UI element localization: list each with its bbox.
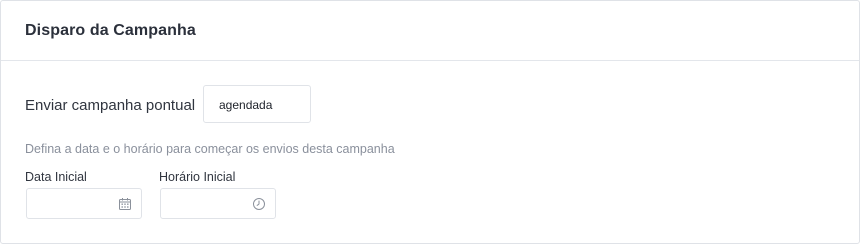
send-campaign-label: Enviar campanha pontual (25, 97, 196, 114)
send-mode-value: agendada (219, 98, 273, 112)
card-title: Disparo da Campanha (25, 22, 196, 39)
card-header: Disparo da Campanha (1, 1, 859, 61)
send-mode-select[interactable]: agendada (203, 85, 311, 123)
clock-icon[interactable] (252, 197, 266, 211)
start-date-input[interactable] (26, 188, 142, 219)
start-date-label: Data Inicial (25, 170, 87, 184)
calendar-icon[interactable] (118, 197, 132, 211)
campaign-dispatch-card: Disparo da Campanha Enviar campanha pont… (0, 0, 860, 244)
start-time-input[interactable] (160, 188, 276, 219)
start-time-label: Horário Inicial (159, 170, 236, 184)
schedule-helper-text: Defina a data e o horário para começar o… (25, 142, 395, 156)
